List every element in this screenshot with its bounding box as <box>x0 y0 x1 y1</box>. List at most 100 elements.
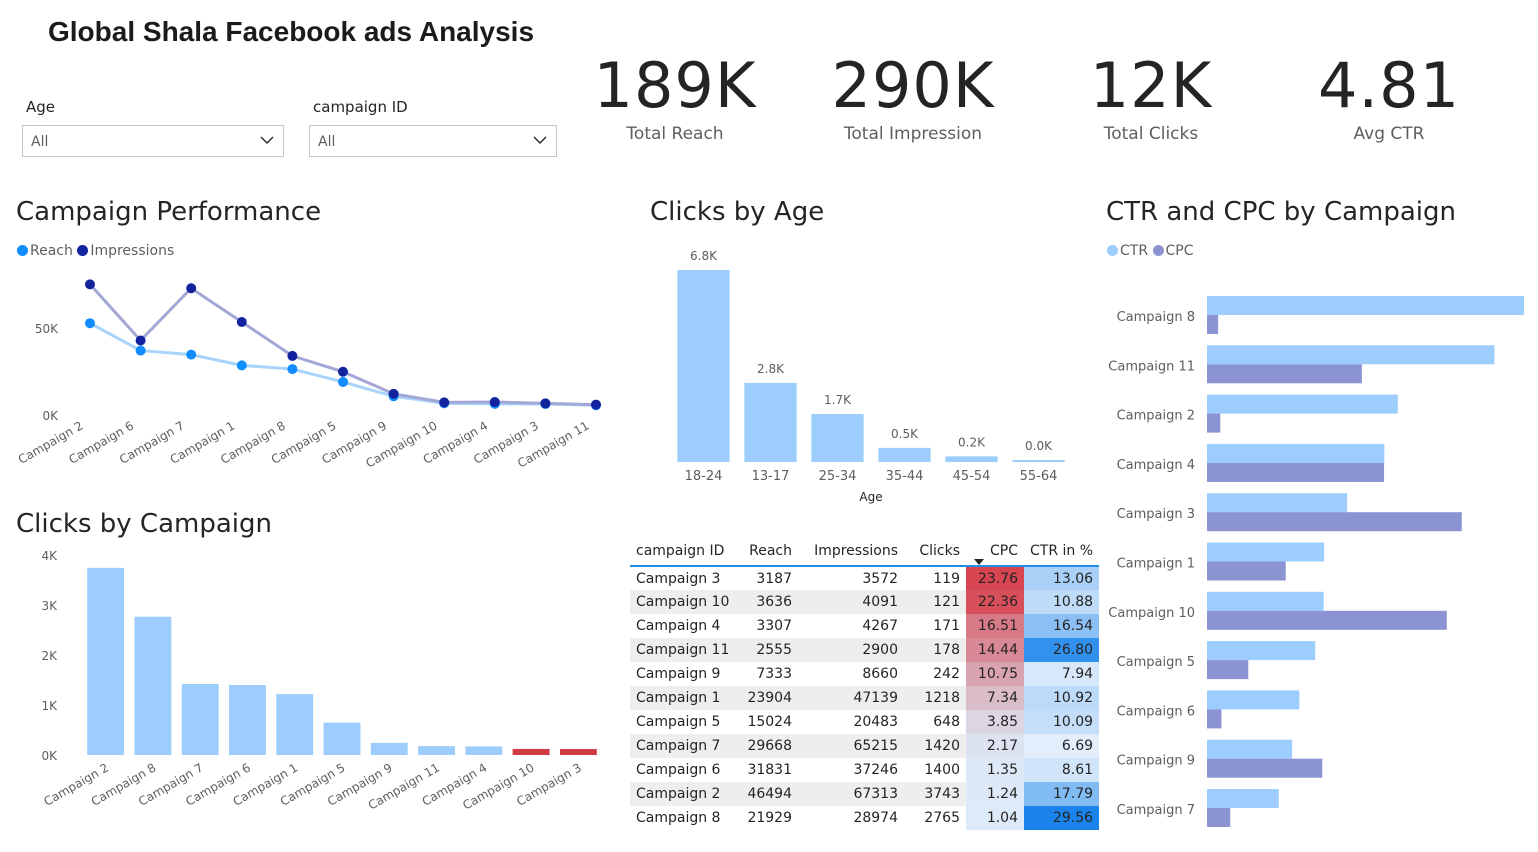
table-cell: 4267 <box>862 618 898 634</box>
table-row[interactable]: Campaign 8 21929 28974 2765 1.04 29.56 <box>630 806 1100 830</box>
kpi-card-total-impression: 290K Total Impression <box>813 49 1013 145</box>
table-cell: Campaign 3 <box>636 570 721 587</box>
campaign-data-table: campaign ID Reach Impressions Clicks CPC CTR … <box>630 536 1100 830</box>
x-axis-title: Age <box>859 490 882 504</box>
table-cell: Campaign 6 <box>636 762 721 778</box>
column-header[interactable]: campaign ID <box>630 536 736 567</box>
table-row[interactable]: Campaign 5 15024 20483 648 3.85 10.09 <box>630 710 1100 734</box>
table-cell: Campaign 10 <box>630 590 736 614</box>
kpi-label: Total Impression <box>843 124 983 144</box>
kpi-value: 4.81 <box>1317 49 1461 122</box>
table-cell: Campaign 9 <box>636 666 721 682</box>
clicks-by-age-title: Clicks by Age <box>650 197 825 227</box>
table-row[interactable]: Campaign 11 2555 2900 178 14.44 26.80 <box>630 638 1100 662</box>
table-cell: 8660 <box>862 666 898 682</box>
table-cell: 31831 <box>747 762 792 778</box>
y-tick-label: 0K <box>42 409 59 423</box>
table-cell: 65215 <box>798 734 904 758</box>
x-tick-label: 45-54 <box>953 469 991 484</box>
y-tick-label: Campaign 8 <box>1117 310 1195 325</box>
table-row[interactable]: Campaign 3 3187 3572 119 23.76 13.06 <box>630 566 1100 590</box>
bar-cpc <box>1207 364 1362 384</box>
legend-item-cpc[interactable]: CPC <box>1152 243 1194 259</box>
table-cell: Campaign 1 <box>630 686 736 710</box>
column-header[interactable]: CTR in % <box>1024 536 1100 567</box>
table-row[interactable]: Campaign 9 7333 8660 242 10.75 7.94 <box>630 662 1100 686</box>
bar <box>744 382 797 462</box>
table-row[interactable]: Campaign 7 29668 65215 1420 2.17 6.69 <box>630 734 1100 758</box>
data-point-reach <box>135 345 146 356</box>
legend-dot <box>1152 245 1164 256</box>
table-cell: 3307 <box>756 618 792 634</box>
bar-ctr <box>1207 296 1524 315</box>
column-header[interactable]: Clicks <box>904 536 966 567</box>
ctr-cpc-legend: CTR CPC <box>1107 243 1194 259</box>
table-cell: 1.24 <box>966 782 1024 806</box>
table-cell: 178 <box>904 638 966 662</box>
table-cell: 10.92 <box>1024 686 1100 710</box>
legend-item-impressions[interactable]: Impressions <box>77 243 174 259</box>
bar-cpc <box>1207 758 1323 778</box>
bar <box>559 749 597 755</box>
data-point-reach <box>338 376 348 387</box>
table-cell: 242 <box>933 666 960 682</box>
kpi-value: 290K <box>831 49 995 122</box>
legend-label: CPC <box>1165 243 1194 259</box>
table-cell: 21929 <box>747 810 792 826</box>
table-cell: 119 <box>933 570 960 587</box>
table-cell: Campaign 7 <box>630 734 736 758</box>
table-cell: Campaign 11 <box>630 638 736 662</box>
table-row[interactable]: Campaign 1 23904 47139 1218 7.34 10.92 <box>630 686 1100 710</box>
kpi-value: 12K <box>1089 49 1213 122</box>
bar-ctr <box>1207 690 1300 710</box>
legend-dot <box>17 245 28 256</box>
legend-item-reach[interactable]: Reach <box>17 243 73 259</box>
legend-item-ctr[interactable]: CTR <box>1107 243 1148 259</box>
bar-ctr <box>1207 641 1316 661</box>
campaign-filter-dropdown[interactable]: All <box>309 125 557 157</box>
campaign-filter-value: All <box>318 134 336 150</box>
table-cell: 1218 <box>904 686 966 710</box>
column-header[interactable]: Reach <box>736 536 798 567</box>
sort-desc-icon <box>974 559 984 565</box>
legend-dot <box>1107 245 1118 256</box>
bar-ctr <box>1207 591 1324 611</box>
y-tick-label: Campaign 11 <box>1108 359 1195 374</box>
table-row[interactable]: Campaign 10 3636 4091 121 22.36 10.88 <box>630 590 1100 614</box>
table-cell: 1.35 <box>966 758 1024 782</box>
bar <box>229 685 266 755</box>
column-header[interactable]: Impressions <box>798 536 904 567</box>
table-cell: 23.76 <box>966 566 1024 590</box>
table-cell: Campaign 2 <box>630 782 736 806</box>
kpi-label: Avg CTR <box>1353 124 1425 144</box>
data-point-impressions <box>439 397 450 408</box>
table-cell: 10.88 <box>1024 590 1100 614</box>
table-cell: 20483 <box>853 714 898 730</box>
table-cell: 2765 <box>924 810 960 826</box>
y-tick-label: Campaign 1 <box>1117 557 1195 572</box>
x-tick-label: 25-34 <box>819 469 857 484</box>
table-row[interactable]: Campaign 4 3307 4267 171 16.51 16.54 <box>630 614 1100 638</box>
data-label: 0.5K <box>891 427 919 441</box>
campaign-performance-chart: 50K0KCampaign 2Campaign 6Campaign 7Campa… <box>16 279 601 471</box>
kpi-card-total-reach: 189K Total Reach <box>575 49 775 145</box>
table-row[interactable]: Campaign 6 31831 37246 1400 1.35 8.61 <box>630 758 1100 782</box>
data-point-reach <box>236 360 247 371</box>
age-filter-dropdown[interactable]: All <box>22 125 284 157</box>
table-cell: 15024 <box>747 714 792 730</box>
kpi-card-avg-ctr: 4.81 Avg CTR <box>1289 49 1489 145</box>
table-cell: 7.34 <box>966 686 1024 710</box>
bar <box>134 616 172 755</box>
y-tick-label: Campaign 7 <box>1117 803 1195 818</box>
table-cell: 121 <box>904 590 966 614</box>
table-cell: 3636 <box>736 590 798 614</box>
bar <box>276 694 314 755</box>
table-cell: 2.17 <box>966 734 1024 758</box>
kpi-value: 189K <box>593 49 757 122</box>
bar-cpc <box>1207 413 1221 433</box>
bar <box>87 567 125 755</box>
table-row[interactable]: Campaign 2 46494 67313 3743 1.24 17.79 <box>630 782 1100 806</box>
column-header[interactable]: CPC <box>966 536 1024 567</box>
bar <box>323 722 361 755</box>
data-label: 6.8K <box>690 249 718 263</box>
